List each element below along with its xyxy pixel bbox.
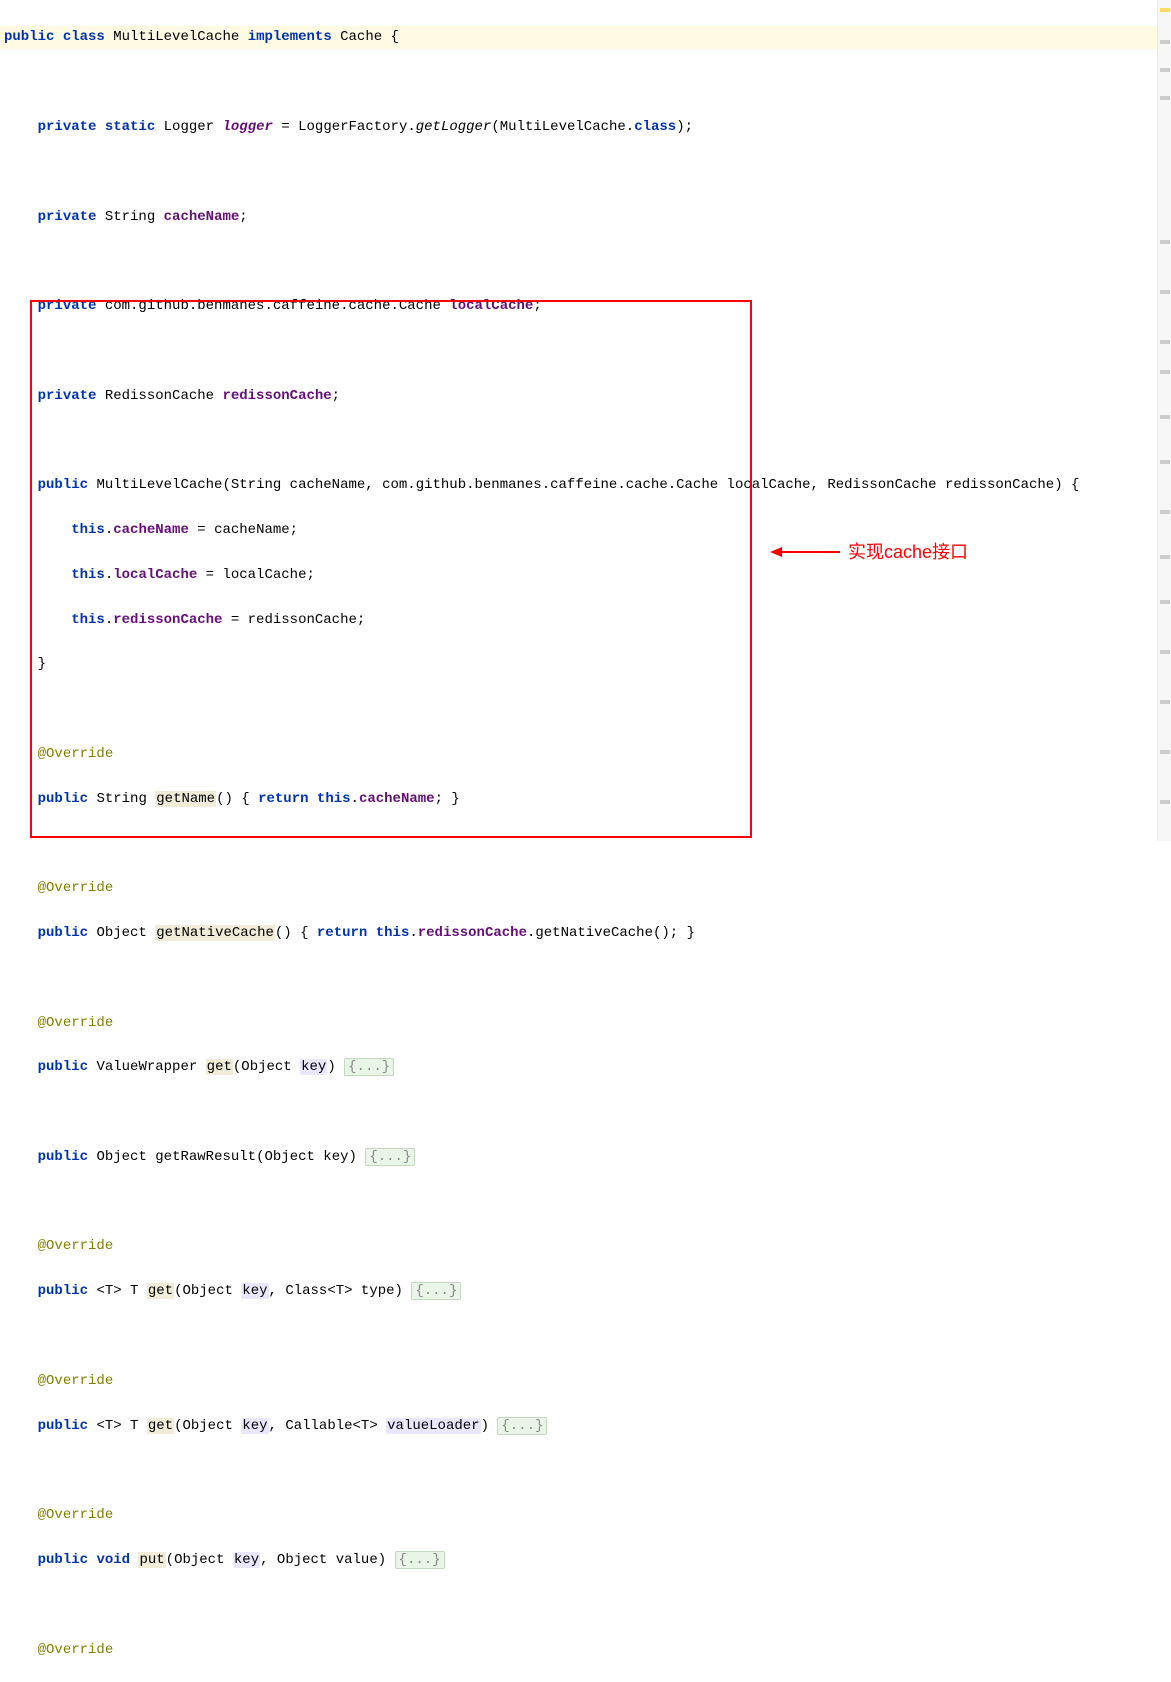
code-line[interactable] — [0, 698, 1171, 720]
code-line[interactable]: this.redissonCache = redissonCache; — [0, 609, 1171, 631]
code-line[interactable]: this.localCache = localCache; — [0, 564, 1171, 586]
annotation-arrow: 实现cache接口 — [770, 538, 968, 567]
code-fold[interactable]: {...} — [395, 1551, 445, 1569]
keyword-public: public — [4, 29, 54, 45]
code-line[interactable] — [0, 1325, 1171, 1347]
gutter-mark[interactable] — [1160, 68, 1170, 72]
code-line[interactable] — [0, 832, 1171, 854]
code-line[interactable]: public class MultiLevelCache implements … — [0, 26, 1171, 48]
interface: Cache — [340, 29, 382, 45]
code-line[interactable] — [0, 1101, 1171, 1123]
field-redissoncache: redissonCache — [222, 388, 331, 404]
gutter-mark[interactable] — [1160, 96, 1170, 100]
gutter-mark[interactable] — [1160, 240, 1170, 244]
code-line[interactable]: public void put(Object key, Object value… — [0, 1549, 1171, 1571]
code-line[interactable]: public MultiLevelCache(String cacheName,… — [0, 474, 1171, 496]
code-line[interactable]: public <T> T get(Object key, Callable<T>… — [0, 1415, 1171, 1437]
gutter-mark[interactable] — [1160, 650, 1170, 654]
code-line[interactable]: @Override — [0, 1639, 1171, 1661]
gutter-mark[interactable] — [1160, 460, 1170, 464]
gutter-mark[interactable] — [1160, 8, 1170, 12]
method-getname: getName — [155, 791, 216, 807]
code-line[interactable]: @Override — [0, 877, 1171, 899]
code-line[interactable]: @Override — [0, 1504, 1171, 1526]
code-line[interactable]: public <T> T get(Object key, Class<T> ty… — [0, 1280, 1171, 1302]
code-line[interactable]: private RedissonCache redissonCache; — [0, 385, 1171, 407]
code-line[interactable]: @Override — [0, 1235, 1171, 1257]
code-line[interactable]: public Object getRawResult(Object key) {… — [0, 1146, 1171, 1168]
method-get: get — [206, 1059, 233, 1075]
code-line[interactable]: private com.github.benmanes.caffeine.cac… — [0, 295, 1171, 317]
code-fold[interactable]: {...} — [365, 1148, 415, 1166]
classname: MultiLevelCache — [113, 29, 239, 45]
code-line[interactable]: } — [0, 653, 1171, 675]
editor-gutter[interactable] — [1157, 0, 1171, 841]
gutter-mark[interactable] — [1160, 600, 1170, 604]
keyword-class: class — [63, 29, 105, 45]
gutter-mark[interactable] — [1160, 415, 1170, 419]
code-line[interactable] — [0, 429, 1171, 451]
gutter-mark[interactable] — [1160, 510, 1170, 514]
keyword-implements: implements — [248, 29, 332, 45]
field-logger: logger — [222, 119, 272, 135]
code-editor[interactable]: public class MultiLevelCache implements … — [0, 0, 1171, 1682]
code-line[interactable]: private String cacheName; — [0, 206, 1171, 228]
code-line[interactable] — [0, 340, 1171, 362]
code-line[interactable] — [0, 161, 1171, 183]
gutter-mark[interactable] — [1160, 40, 1170, 44]
code-line[interactable] — [0, 250, 1171, 272]
code-line[interactable] — [0, 1459, 1171, 1481]
method-getnativecache: getNativeCache — [155, 925, 275, 941]
gutter-mark[interactable] — [1160, 700, 1170, 704]
code-line[interactable] — [0, 1594, 1171, 1616]
code-line[interactable]: @Override — [0, 743, 1171, 765]
gutter-mark[interactable] — [1160, 370, 1170, 374]
code-fold[interactable]: {...} — [497, 1417, 547, 1435]
code-line[interactable]: public String getName() { return this.ca… — [0, 788, 1171, 810]
code-line[interactable]: @Override — [0, 1370, 1171, 1392]
annotation-label: 实现cache接口 — [848, 538, 968, 567]
code-line[interactable] — [0, 1191, 1171, 1213]
code-line[interactable]: private static Logger logger = LoggerFac… — [0, 116, 1171, 138]
code-fold[interactable]: {...} — [344, 1058, 394, 1076]
field-localcache: localCache — [449, 298, 533, 314]
gutter-mark[interactable] — [1160, 290, 1170, 294]
method-put: put — [138, 1552, 165, 1568]
gutter-mark[interactable] — [1160, 555, 1170, 559]
gutter-mark[interactable] — [1160, 800, 1170, 804]
gutter-mark[interactable] — [1160, 340, 1170, 344]
gutter-mark[interactable] — [1160, 750, 1170, 754]
code-line[interactable]: @Override — [0, 1012, 1171, 1034]
annotation-override: @Override — [38, 746, 114, 762]
code-line[interactable]: public Object getNativeCache() { return … — [0, 922, 1171, 944]
code-fold[interactable]: {...} — [411, 1282, 461, 1300]
code-line[interactable] — [0, 71, 1171, 93]
field-cachename: cacheName — [164, 209, 240, 225]
code-line[interactable]: public ValueWrapper get(Object key) {...… — [0, 1056, 1171, 1078]
code-line[interactable]: this.cacheName = cacheName; — [0, 519, 1171, 541]
arrow-icon — [770, 542, 840, 562]
code-line[interactable] — [0, 967, 1171, 989]
